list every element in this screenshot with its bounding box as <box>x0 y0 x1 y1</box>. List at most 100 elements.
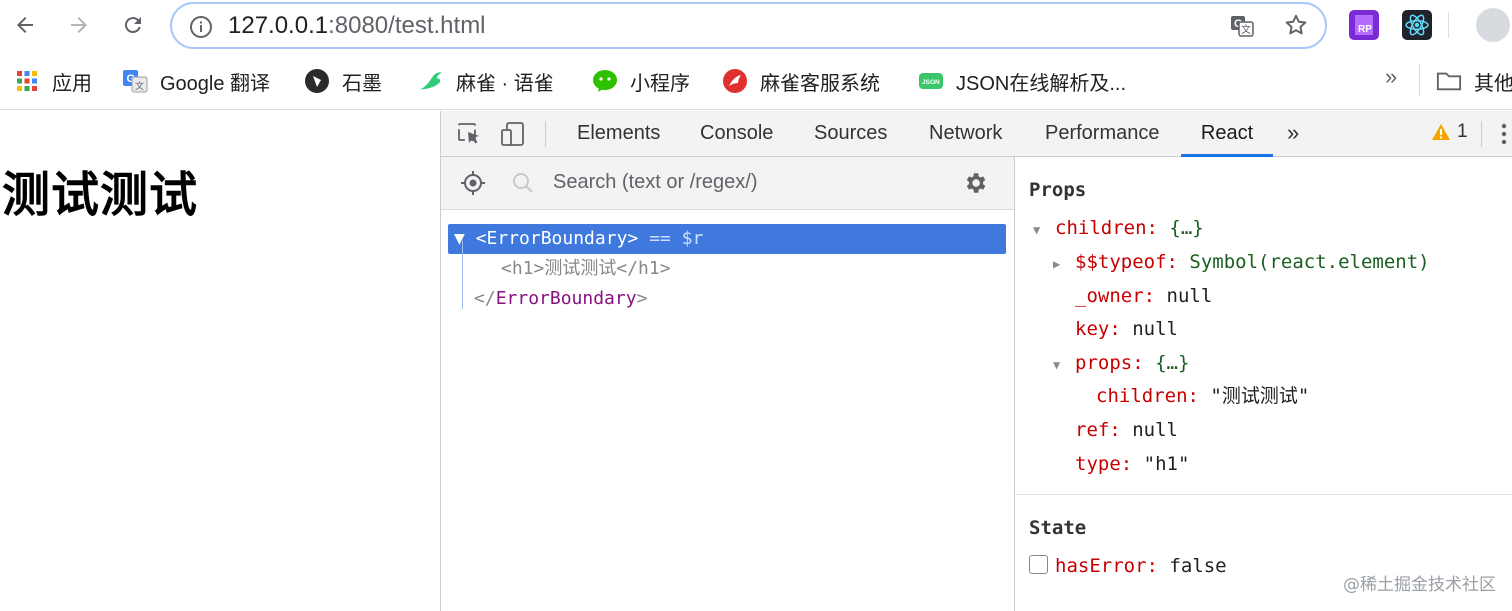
tab-sources[interactable]: Sources <box>814 111 887 157</box>
prop-props[interactable]: props: {…} <box>1075 348 1189 378</box>
axure-rp-extension-icon[interactable]: RP <box>1349 10 1379 40</box>
prop-key: ref: <box>1075 419 1121 441</box>
device-toolbar-icon[interactable] <box>499 120 527 148</box>
prop-value: null <box>1166 285 1213 307</box>
state-key: hasError: <box>1055 555 1158 577</box>
svg-text:文: 文 <box>1241 23 1251 36</box>
tree-node-h1[interactable]: <h1>测试测试</h1> <box>501 254 671 284</box>
bookmark-label: 小程序 <box>630 72 690 95</box>
bookmark-other-folder[interactable]: 其他 <box>1436 65 1512 97</box>
bookmark-label: 其他 <box>1474 72 1512 95</box>
tab-react[interactable]: React <box>1181 111 1273 157</box>
forward-arrow-icon[interactable] <box>64 10 94 40</box>
state-section-title: State <box>1029 517 1087 539</box>
search-icon <box>509 169 537 197</box>
prop-key: children: <box>1055 217 1158 239</box>
bookmark-star-icon[interactable] <box>1283 12 1309 43</box>
kebab-menu-icon[interactable] <box>1495 120 1512 148</box>
prop-value: {…} <box>1155 352 1190 374</box>
select-component-icon[interactable] <box>459 169 487 197</box>
warning-counter[interactable]: 1 <box>1431 121 1468 143</box>
prop-key: _owner: <box>1075 285 1156 307</box>
prop-typeof[interactable]: $$typeof: Symbol(react.element) <box>1075 247 1430 277</box>
component-search-input[interactable]: Search (text or /regex/) <box>553 171 758 194</box>
bookmark-apps[interactable]: 应用 <box>14 65 92 97</box>
svg-text:RP: RP <box>1358 24 1372 35</box>
bookmark-shimo[interactable]: 石墨 <box>304 65 382 97</box>
shimo-icon <box>304 68 330 94</box>
devtools-panel: Elements Console Sources Network Perform… <box>440 111 1512 611</box>
prop-inner-children[interactable]: children: "测试测试" <box>1096 381 1309 411</box>
bookmark-miniprogram[interactable]: 小程序 <box>592 65 690 97</box>
devtools-tab-bar: Elements Console Sources Network Perform… <box>441 111 1512 157</box>
close-tag-open: </ <box>474 288 496 309</box>
bookmark-json[interactable]: JSON JSON在线解析及... <box>918 65 1126 97</box>
prop-key: props: <box>1075 352 1144 374</box>
browser-toolbar: 127.0.0.1:8080/test.html G文 RP <box>0 0 1512 52</box>
translate-icon[interactable]: G文 <box>1229 13 1255 44</box>
inspect-element-icon[interactable] <box>455 120 483 148</box>
svg-text:JSON: JSON <box>922 79 940 86</box>
expand-caret-icon[interactable]: ▼ <box>1033 223 1047 237</box>
profile-avatar[interactable] <box>1476 8 1510 42</box>
json-icon: JSON <box>918 68 944 94</box>
address-bar[interactable]: 127.0.0.1:8080/test.html G文 <box>170 2 1327 49</box>
back-arrow-icon[interactable] <box>10 10 40 40</box>
toolbar-divider <box>1448 12 1449 38</box>
folder-icon <box>1436 68 1462 94</box>
props-section-title: Props <box>1029 179 1087 201</box>
page-viewport: 测试测试 <box>0 111 440 611</box>
prop-value: Symbol(react.element) <box>1189 251 1430 273</box>
tab-bar-divider-right <box>1481 121 1482 147</box>
prop-value: null <box>1132 419 1178 441</box>
more-tabs-button[interactable]: » <box>1287 111 1299 157</box>
settings-gear-icon[interactable] <box>961 169 989 197</box>
tab-performance[interactable]: Performance <box>1045 111 1160 157</box>
bookmark-label: 石墨 <box>342 72 382 95</box>
reload-icon[interactable] <box>118 10 148 40</box>
warning-icon <box>1432 124 1450 140</box>
google-translate-icon: G文 <box>122 68 148 94</box>
bookmark-google-translate[interactable]: G文 Google 翻译 <box>122 65 270 97</box>
tab-bar-divider <box>545 121 546 147</box>
component-tree-pane: Search (text or /regex/) ▼ <ErrorBoundar… <box>441 157 1014 611</box>
prop-value: "h1" <box>1143 453 1190 475</box>
collapsed-caret-icon[interactable]: ▶ <box>1053 257 1067 271</box>
prop-ref[interactable]: ref: null <box>1075 415 1178 445</box>
component-search-bar: Search (text or /regex/) <box>441 157 1014 210</box>
tree-node-errorboundary-close[interactable]: </ErrorBoundary> <box>474 284 647 314</box>
state-has-error[interactable]: hasError: false <box>1055 551 1227 581</box>
collapse-triangle-icon[interactable]: ▼ <box>454 228 476 249</box>
bookmark-customer-service[interactable]: 麻雀客服系统 <box>722 65 880 97</box>
page-heading: 测试测试 <box>2 169 199 222</box>
bookmark-yuque[interactable]: 麻雀 · 语雀 <box>418 65 554 97</box>
prop-type[interactable]: type: "h1" <box>1075 449 1189 479</box>
tree-node-errorboundary[interactable]: ▼ <ErrorBoundary> == $r <box>448 224 1006 254</box>
bookmarks-more-button[interactable]: » <box>1385 64 1397 90</box>
tab-network[interactable]: Network <box>929 111 1002 157</box>
yuque-icon <box>418 68 444 94</box>
prop-key-field[interactable]: key: null <box>1075 314 1178 344</box>
tab-console[interactable]: Console <box>700 111 773 157</box>
expand-caret-icon[interactable]: ▼ <box>1053 358 1067 372</box>
watermark: @稀土掘金技术社区 <box>1343 575 1496 595</box>
site-info-icon[interactable] <box>188 14 214 45</box>
bookmark-label: JSON在线解析及... <box>956 72 1127 95</box>
props-state-pane: Props ▼ children: {…} ▶ $$typeof: Symbol… <box>1014 157 1512 611</box>
tab-elements[interactable]: Elements <box>577 111 660 157</box>
node-ref-suffix: == $r <box>649 228 704 249</box>
node-open-tag: <ErrorBoundary> <box>475 228 639 249</box>
prop-key: children: <box>1096 385 1199 407</box>
prop-children[interactable]: children: {…} <box>1055 213 1204 243</box>
wechat-miniprogram-icon <box>592 68 618 94</box>
prop-owner[interactable]: _owner: null <box>1075 281 1212 311</box>
close-tag-end: > <box>636 288 648 309</box>
bookmark-label: Google 翻译 <box>160 72 271 95</box>
url-text: 127.0.0.1:8080/test.html <box>228 12 486 39</box>
react-devtools-extension-icon[interactable] <box>1402 10 1432 40</box>
has-error-checkbox[interactable] <box>1029 555 1048 574</box>
prop-key: $$typeof: <box>1075 251 1178 273</box>
warning-count: 1 <box>1457 121 1468 142</box>
bookmark-label: 麻雀客服系统 <box>760 72 880 95</box>
close-tag-name: ErrorBoundary <box>495 288 637 309</box>
